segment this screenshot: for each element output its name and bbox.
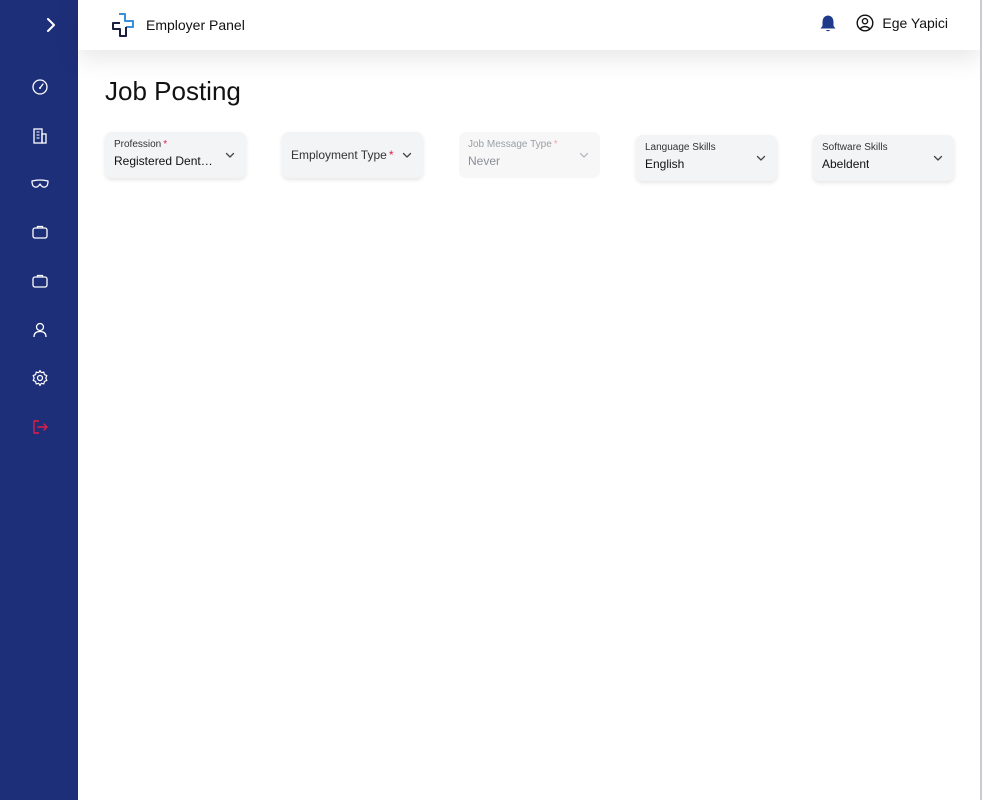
chevron-down-icon: [225, 152, 235, 158]
chevron-down-icon: [579, 152, 589, 158]
dashboard-icon: [32, 79, 48, 95]
employment-type-label: Employment Type *: [291, 148, 394, 162]
profession-value: Registered Dental Hygienist: [114, 154, 218, 168]
language-skills-value: English: [645, 157, 685, 171]
briefcase-icon: [32, 225, 48, 239]
user-name: Ege Yapici: [882, 15, 948, 31]
job-message-type-label: Job Message Type *: [468, 139, 558, 150]
page-title: Job Posting: [105, 76, 241, 106]
required-mark: *: [163, 139, 168, 150]
profession-label: Profession *: [114, 139, 168, 150]
chevron-down-icon: [402, 152, 412, 158]
employment-type-select[interactable]: Employment Type *: [282, 132, 423, 178]
user-circle-icon: [856, 14, 874, 32]
sidebar-item-profile[interactable]: [27, 317, 53, 343]
sidebar-item-glasses[interactable]: [27, 171, 53, 197]
sidebar-item-jobs[interactable]: [27, 219, 53, 245]
sidebar-item-dashboard[interactable]: [27, 74, 53, 100]
user-icon: [33, 322, 47, 338]
required-mark: *: [553, 139, 558, 150]
sidebar-item-settings[interactable]: [27, 365, 53, 391]
language-skills-label: Language Skills: [645, 142, 716, 153]
bell-icon: [820, 15, 836, 31]
chevron-down-icon: [933, 155, 943, 161]
top-bar: Employer Panel Ege Yapici: [78, 0, 982, 50]
job-message-type-select: Job Message Type * Never: [459, 132, 600, 178]
notifications-button[interactable]: [818, 13, 838, 33]
sidebar: [0, 0, 78, 800]
expand-sidebar-button[interactable]: [40, 14, 62, 36]
gear-icon: [32, 369, 48, 387]
briefcase-alt-icon: [32, 274, 48, 288]
software-skills-value: Abeldent: [822, 157, 870, 171]
chevron-down-icon: [756, 155, 766, 161]
chevron-right-icon: [47, 18, 55, 32]
sidebar-item-logout[interactable]: [27, 414, 53, 440]
building-icon: [33, 128, 47, 144]
job-message-type-value: Never: [468, 154, 501, 168]
logo-icon: [112, 13, 134, 37]
sidebar-item-applications[interactable]: [27, 268, 53, 294]
required-mark: *: [388, 148, 394, 162]
language-skills-select[interactable]: Language Skills English: [636, 135, 777, 181]
glasses-icon: [31, 179, 49, 188]
profession-select[interactable]: Profession* Registered Dental Hygienist: [105, 132, 246, 178]
app-title: Employer Panel: [146, 17, 245, 33]
logout-icon: [33, 420, 48, 434]
software-skills-label: Software Skills: [822, 142, 888, 153]
brand[interactable]: Employer Panel: [110, 12, 245, 38]
software-skills-select[interactable]: Software Skills Abeldent: [813, 135, 954, 181]
user-menu[interactable]: Ege Yapici: [856, 14, 948, 32]
sidebar-item-company[interactable]: [27, 123, 53, 149]
